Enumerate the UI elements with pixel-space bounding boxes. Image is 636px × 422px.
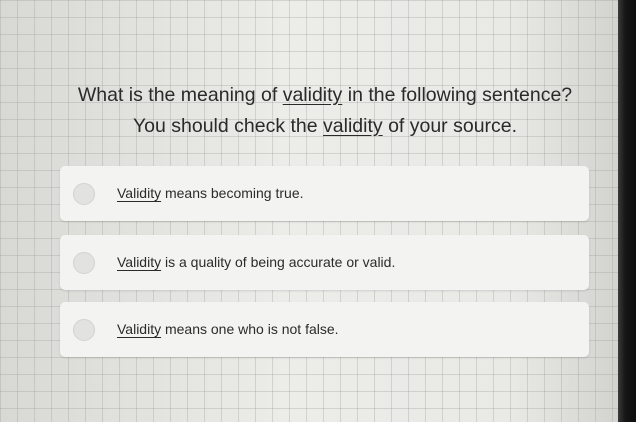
question-text: What is the meaning of bbox=[77, 84, 278, 106]
option-text: is a quality of being accurate or valid. bbox=[164, 254, 396, 270]
answer-option-1[interactable]: Validity means becoming true. bbox=[60, 166, 589, 221]
answer-option-2[interactable]: Validity is a quality of being accurate … bbox=[60, 235, 589, 290]
answer-option-label: Validity is a quality of being accurate … bbox=[117, 254, 395, 270]
keyword-validity: Validity bbox=[117, 254, 162, 270]
keyword-validity: Validity bbox=[117, 321, 162, 337]
monitor-bezel bbox=[618, 0, 636, 422]
answer-option-label: Validity means one who is not false. bbox=[117, 321, 339, 337]
radio-button-icon[interactable] bbox=[73, 319, 95, 341]
question-prompt: What is the meaning of validity in the f… bbox=[40, 80, 610, 142]
answer-option-3[interactable]: Validity means one who is not false. bbox=[60, 302, 589, 357]
question-text: in the following sentence? bbox=[347, 84, 573, 106]
example-sentence-text: of your source. bbox=[388, 115, 518, 137]
keyword-validity: validity bbox=[282, 84, 343, 106]
option-text: means becoming true. bbox=[164, 185, 304, 201]
radio-button-icon[interactable] bbox=[73, 252, 95, 274]
keyword-validity: Validity bbox=[117, 185, 162, 201]
radio-button-icon[interactable] bbox=[73, 183, 95, 205]
keyword-validity: validity bbox=[323, 115, 383, 137]
question-line-2: You should check the validity of your so… bbox=[40, 111, 610, 142]
answer-option-label: Validity means becoming true. bbox=[117, 185, 304, 201]
example-sentence-text: You should check the bbox=[132, 115, 318, 137]
option-text: means one who is not false. bbox=[164, 321, 339, 337]
question-line-1: What is the meaning of validity in the f… bbox=[40, 80, 610, 111]
